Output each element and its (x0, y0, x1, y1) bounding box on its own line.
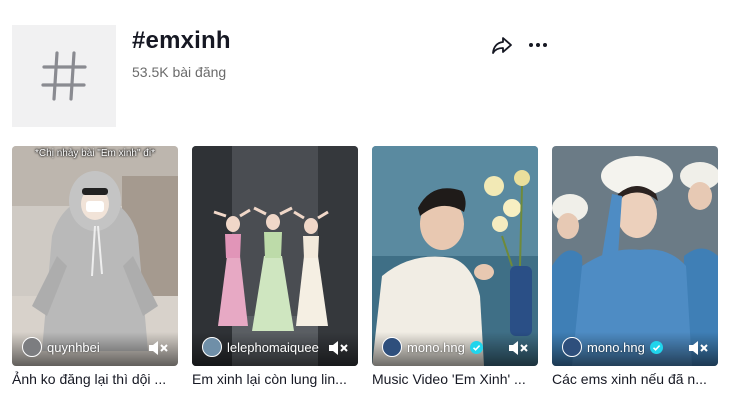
video-description[interactable]: Các ems xinh nếu đã n... (552, 371, 718, 387)
video-description[interactable]: Ảnh ko đăng lại thì dội ... (12, 371, 178, 387)
video-description[interactable]: Music Video 'Em Xinh' ... (372, 371, 538, 387)
post-count: 53.5K bài đăng (132, 64, 227, 80)
video-grid: *Chị nhảy bài "Em xinh" đi* quynhbei Ảnh… (12, 146, 718, 396)
hashtag-avatar (12, 25, 116, 127)
more-options-button[interactable] (526, 33, 550, 57)
thumbnail-footer: lelephomaiquee (192, 332, 358, 366)
muted-speaker-icon[interactable] (148, 340, 168, 356)
avatar (22, 337, 42, 357)
verified-badge-icon (649, 340, 663, 354)
video-thumbnail[interactable]: lelephomaiquee (192, 146, 358, 366)
author-name: lelephomaiquee (227, 339, 319, 355)
author-name: quynhbei (47, 339, 100, 355)
author-name: mono.hng (587, 339, 645, 355)
avatar (382, 337, 402, 357)
video-description[interactable]: Em xinh lại còn lung lin... (192, 371, 358, 387)
share-icon (492, 37, 512, 54)
video-card[interactable]: mono.hng Các ems xinh nếu đã n... (552, 146, 718, 387)
avatar (202, 337, 222, 357)
verified-badge-icon (469, 340, 483, 354)
share-button[interactable] (490, 33, 514, 57)
hashtag-header: #emxinh 53.5K bài đăng (12, 25, 718, 129)
hashtag-icon (41, 51, 87, 101)
video-thumbnail[interactable]: mono.hng (552, 146, 718, 366)
thumbnail-footer: mono.hng (552, 332, 718, 366)
video-thumbnail[interactable]: mono.hng (372, 146, 538, 366)
video-author[interactable]: lelephomaiquee (202, 337, 319, 357)
video-card[interactable]: lelephomaiquee Em xinh lại còn lung lin.… (192, 146, 358, 387)
muted-speaker-icon[interactable] (328, 340, 348, 356)
video-card[interactable]: *Chị nhảy bài "Em xinh" đi* quynhbei Ảnh… (12, 146, 178, 387)
muted-speaker-icon[interactable] (508, 340, 528, 356)
page-title: #emxinh (132, 27, 231, 54)
video-author[interactable]: quynhbei (22, 337, 100, 357)
video-author[interactable]: mono.hng (562, 337, 663, 357)
avatar (562, 337, 582, 357)
video-card[interactable]: mono.hng Music Video 'Em Xinh' ... (372, 146, 538, 387)
video-overlay-caption: *Chị nhảy bài "Em xinh" đi* (35, 148, 155, 159)
author-name: mono.hng (407, 339, 465, 355)
video-author[interactable]: mono.hng (382, 337, 483, 357)
more-dots-icon (529, 43, 547, 47)
muted-speaker-icon[interactable] (688, 340, 708, 356)
thumbnail-footer: quynhbei (12, 332, 178, 366)
video-thumbnail[interactable]: *Chị nhảy bài "Em xinh" đi* quynhbei (12, 146, 178, 366)
thumbnail-footer: mono.hng (372, 332, 538, 366)
